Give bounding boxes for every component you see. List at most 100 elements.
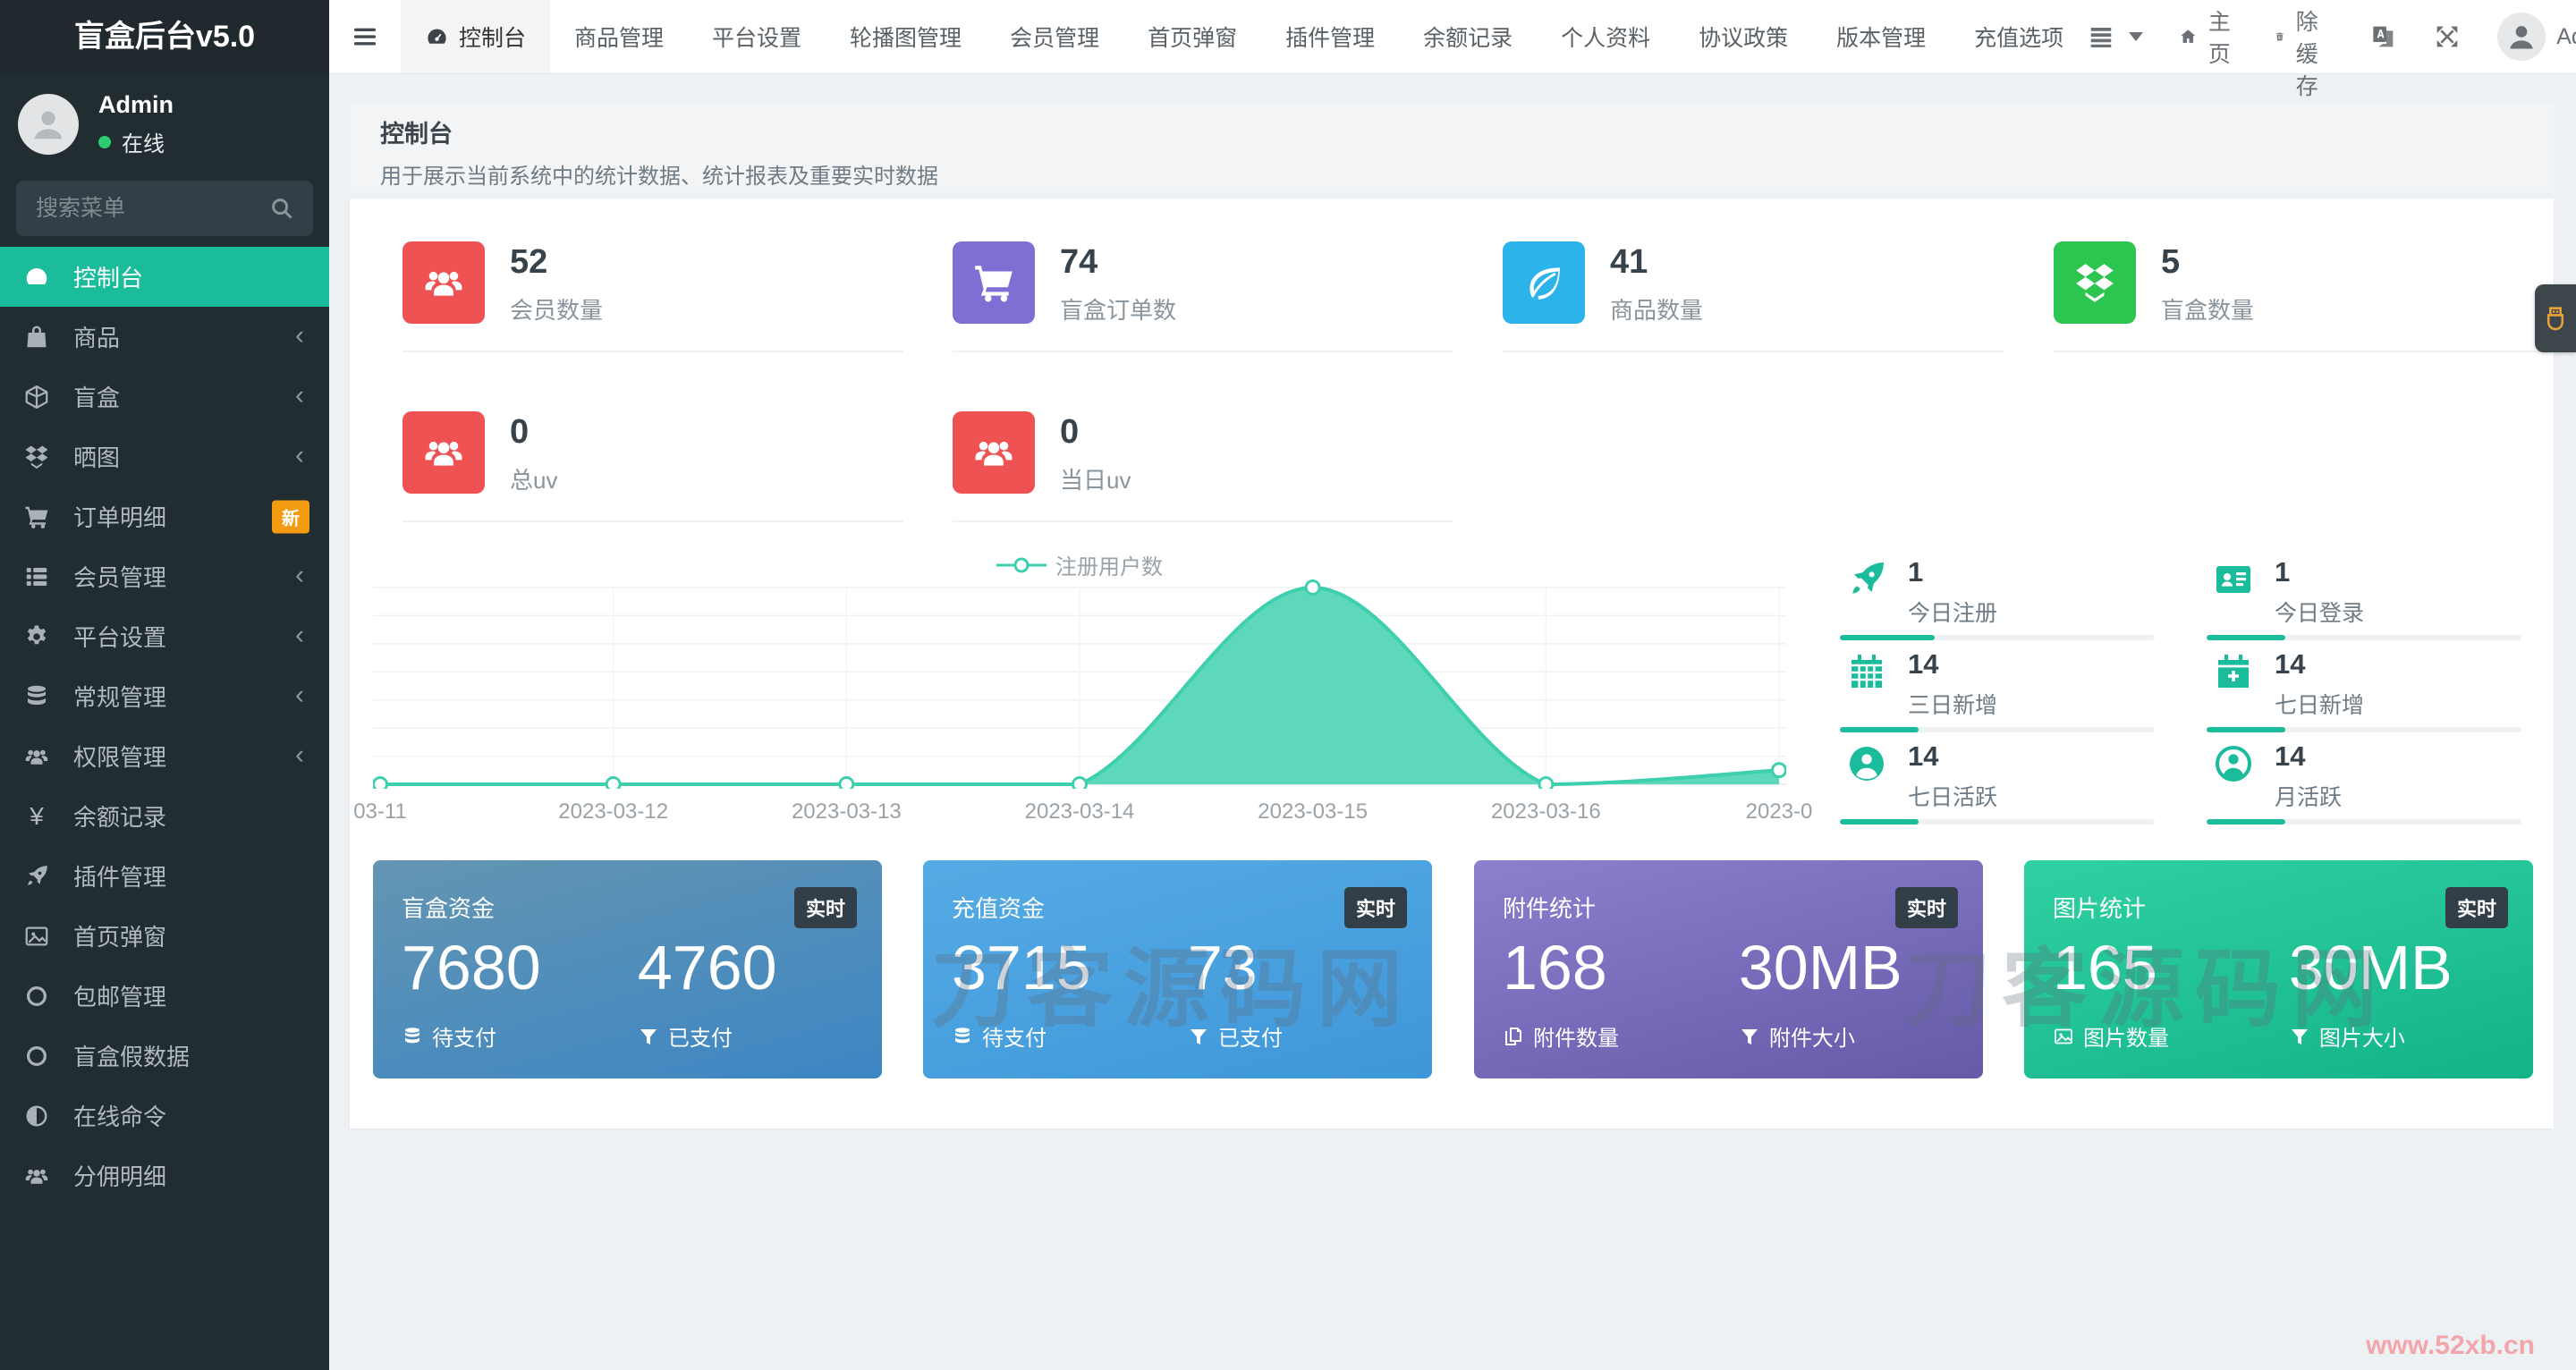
dashboard-icon — [23, 264, 50, 291]
user-menu[interactable]: Admin — [2497, 13, 2576, 61]
progress-bar — [1840, 635, 2155, 640]
stat-label: 当日uv — [1060, 467, 1131, 494]
tab-platform-settings[interactable]: 平台设置 — [688, 0, 826, 73]
rocket-icon — [1845, 558, 1888, 601]
card-title: 充值资金 — [952, 895, 1046, 922]
card-image-stats: 图片统计 实时 165 30MB 图片数量 图片大小 — [2024, 860, 2533, 1078]
tab-label: 首页弹窗 — [1148, 26, 1238, 51]
tab-version-mgmt[interactable]: 版本管理 — [1812, 0, 1950, 73]
sidebar-item-label: 余额记录 — [73, 804, 167, 831]
stat-value: 0 — [1060, 413, 1080, 451]
card-sublabel: 附件大小 — [1768, 1027, 1855, 1051]
sidebar-item-commission[interactable]: 分佣明细 — [0, 1146, 329, 1205]
tab-dashboard[interactable]: 控制台 — [401, 0, 551, 73]
sidebar-item-plugins[interactable]: 插件管理 — [0, 846, 329, 906]
sidebar-item-label: 权限管理 — [73, 744, 167, 771]
tab-profile[interactable]: 个人资料 — [1537, 0, 1674, 73]
sidebar: 盲盒后台v5.0 Admin 在线 控制台 商品 盲盒 晒图 订单明细 新 会员管… — [0, 0, 329, 1370]
sidebar-item-balance[interactable]: ¥ 余额记录 — [0, 786, 329, 846]
sidebar-menu: 控制台 商品 盲盒 晒图 订单明细 新 会员管理 平台设置 常规管理 权限管理 ¥… — [0, 247, 329, 1205]
user-icon — [28, 104, 69, 145]
tab-carousel-mgmt[interactable]: 轮播图管理 — [826, 0, 986, 73]
divider — [402, 520, 903, 522]
tab-home-popup[interactable]: 首页弹窗 — [1123, 0, 1261, 73]
home-icon — [2179, 23, 2198, 50]
card-title: 图片统计 — [2053, 895, 2147, 922]
stat-value: 41 — [1610, 243, 1648, 281]
sidebar-item-dashboard[interactable]: 控制台 — [0, 247, 329, 307]
divider — [1503, 351, 2004, 352]
realtime-badge: 实时 — [2445, 887, 2508, 928]
mini-stat-value: 14 — [2275, 740, 2306, 772]
card-value: 7680 — [402, 933, 541, 1002]
sidebar-item-shipping[interactable]: 包邮管理 — [0, 966, 329, 1026]
main-content: 控制台 用于展示当前系统中的统计数据、统计报表及重要实时数据 52 会员数量 74… — [329, 73, 2576, 1370]
card-value: 30MB — [1738, 933, 1902, 1002]
sidebar-item-blindbox[interactable]: 盲盒 — [0, 367, 329, 427]
sidebar-item-online-command[interactable]: 在线命令 — [0, 1086, 329, 1146]
x-tick-label: 2023-03-13 — [791, 799, 902, 824]
sidebar-item-fake-data[interactable]: 盲盒假数据 — [0, 1026, 329, 1086]
mini-stat-value: 1 — [1908, 556, 1924, 588]
tab-label: 会员管理 — [1010, 26, 1100, 51]
mini-stat-value: 14 — [1908, 740, 1939, 772]
card-sublabel: 图片数量 — [2083, 1027, 2169, 1051]
filter-icon — [638, 1026, 659, 1047]
tab-label: 商品管理 — [574, 26, 665, 51]
tab-plugin-mgmt[interactable]: 插件管理 — [1261, 0, 1399, 73]
sidebar-item-home-popup[interactable]: 首页弹窗 — [0, 906, 329, 966]
card-sublabel: 附件数量 — [1533, 1027, 1619, 1051]
avatar — [18, 94, 79, 155]
search-icon[interactable] — [268, 195, 295, 222]
progress-bar — [1840, 819, 2155, 825]
card-sublabel: 待支付 — [432, 1027, 496, 1051]
mini-stat-label: 今日注册 — [1908, 601, 1998, 626]
sidebar-user-panel: Admin 在线 — [0, 73, 329, 165]
stat-label: 盲盒订单数 — [1060, 297, 1177, 324]
x-tick-label: 2023-03-12 — [558, 799, 669, 824]
cart-icon — [953, 241, 1035, 324]
clear-cache-button[interactable]: 清除缓存 — [2275, 0, 2333, 101]
expand-icon — [2433, 22, 2462, 51]
sidebar-item-label: 盲盒假数据 — [73, 1044, 191, 1070]
tab-balance-records[interactable]: 余额记录 — [1399, 0, 1537, 73]
card-value: 4760 — [637, 933, 777, 1002]
sidebar-item-orders[interactable]: 订单明细 新 — [0, 486, 329, 546]
stat-value: 74 — [1060, 243, 1098, 281]
sidebar-item-permissions[interactable]: 权限管理 — [0, 726, 329, 786]
divider — [953, 351, 1453, 352]
sidebar-item-general[interactable]: 常规管理 — [0, 666, 329, 726]
divider — [402, 351, 903, 352]
stat-value: 5 — [2161, 243, 2181, 281]
divider — [2054, 351, 2555, 352]
tab-label: 余额记录 — [1423, 26, 1513, 51]
tab-goods-mgmt[interactable]: 商品管理 — [550, 0, 688, 73]
plugin-side-tab[interactable] — [2535, 284, 2576, 352]
home-button[interactable]: 主页 — [2179, 4, 2239, 69]
mini-stat-label: 七日新增 — [2275, 693, 2365, 718]
sidebar-toggle-button[interactable] — [329, 0, 401, 73]
sidebar-item-goods[interactable]: 商品 — [0, 307, 329, 367]
mini-stat-today-login: 1 今日登录 — [2207, 556, 2557, 642]
stat-value: 52 — [510, 243, 548, 281]
tab-member-mgmt[interactable]: 会员管理 — [986, 0, 1123, 73]
clear-cache-label: 清除缓存 — [2295, 0, 2318, 99]
users-icon — [402, 411, 485, 494]
nav-tabs: 控制台 商品管理 平台设置 轮播图管理 会员管理 首页弹窗 插件管理 余额记录 … — [401, 0, 2088, 73]
tab-policy[interactable]: 协议政策 — [1674, 0, 1812, 73]
top-navbar: 控制台 商品管理 平台设置 轮播图管理 会员管理 首页弹窗 插件管理 余额记录 … — [329, 0, 2576, 99]
stat-total-uv: 0 总uv — [402, 411, 557, 495]
user-circle-icon — [2212, 742, 2255, 785]
tab-recharge-options[interactable]: 充值选项 — [1950, 0, 2088, 73]
sidebar-item-label: 包邮管理 — [73, 984, 167, 1011]
fullscreen-button[interactable] — [2433, 22, 2462, 51]
sidebar-item-platform-settings[interactable]: 平台设置 — [0, 606, 329, 666]
language-button[interactable] — [2368, 22, 2397, 51]
mini-stat-label: 三日新增 — [1908, 693, 1998, 718]
sidebar-item-gallery[interactable]: 晒图 — [0, 427, 329, 486]
stat-goods: 41 商品数量 — [1503, 241, 1703, 326]
tab-list-dropdown[interactable] — [2088, 23, 2144, 50]
page-header: 控制台 用于展示当前系统中的统计数据、统计报表及重要实时数据 — [350, 104, 2554, 192]
stat-label: 总uv — [510, 467, 558, 494]
sidebar-item-members[interactable]: 会员管理 — [0, 546, 329, 606]
